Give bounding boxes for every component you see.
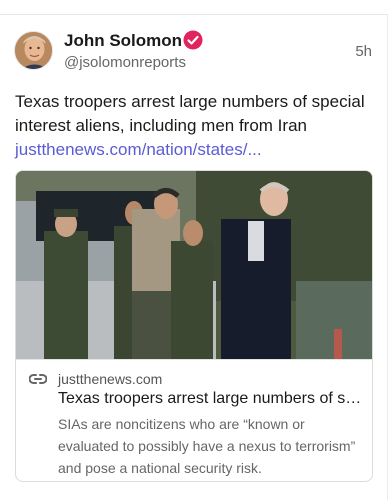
avatar[interactable] [14, 31, 53, 70]
top-divider [0, 14, 388, 15]
card-description: SIAs are noncitizens who are “known or e… [58, 416, 356, 476]
post-timestamp[interactable]: 5h [355, 43, 372, 60]
link-preview-card[interactable]: justthenews.com Texas troopers arrest la… [15, 170, 373, 482]
post-text: Texas troopers arrest large numbers of s… [15, 90, 370, 162]
post-link[interactable]: justthenews.com/nation/states/... [15, 140, 262, 159]
card-meta[interactable]: justthenews.com Texas troopers arrest la… [16, 359, 372, 481]
card-title[interactable]: Texas troopers arrest large numbers of s… [58, 390, 366, 408]
avatar-image [15, 32, 52, 69]
link-icon [29, 374, 47, 384]
card-image[interactable] [16, 171, 372, 359]
author-name[interactable]: John Solomon [64, 31, 182, 51]
author-handle[interactable]: @jsolomonreports [64, 54, 186, 71]
verified-badge-icon [183, 30, 203, 50]
post-body: Texas troopers arrest large numbers of s… [15, 92, 365, 135]
card-domain: justthenews.com [58, 371, 163, 387]
